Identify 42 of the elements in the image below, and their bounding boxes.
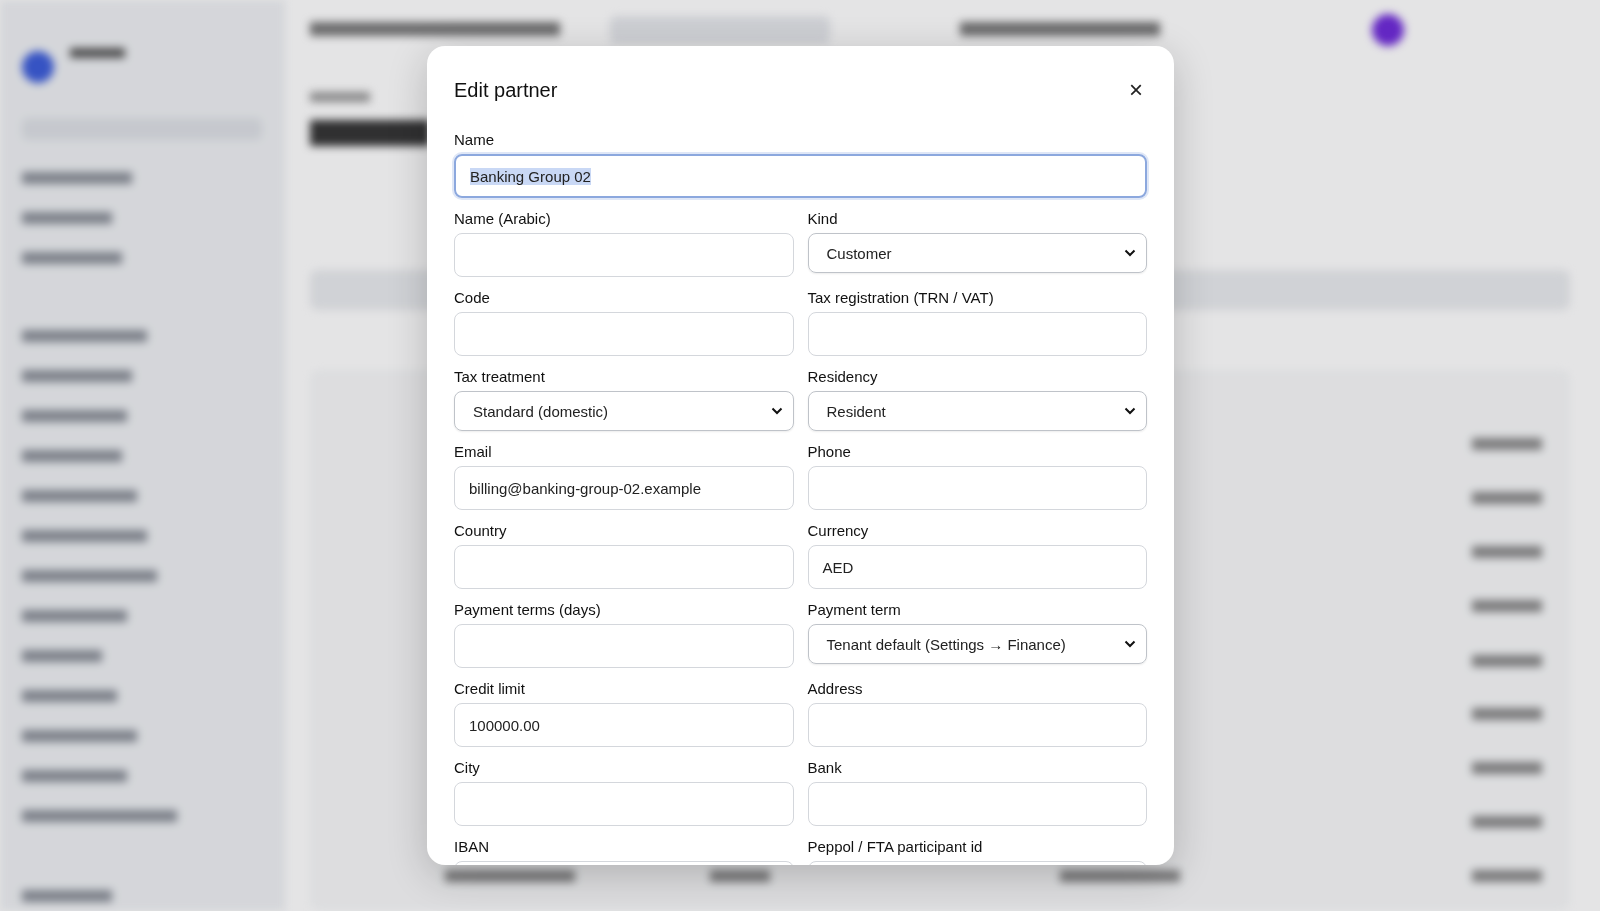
chevron-down-icon	[770, 407, 783, 415]
input-field[interactable]	[807, 312, 1147, 356]
input-field[interactable]: Banking Group 02	[454, 154, 1147, 198]
chevron-down-icon	[1124, 640, 1136, 648]
input-field[interactable]: AED	[807, 545, 1147, 589]
input-field[interactable]	[454, 782, 794, 826]
field-label: Phone	[807, 443, 852, 461]
field-label: Bank	[807, 759, 843, 777]
input-field[interactable]	[454, 233, 794, 277]
field-label: Address	[807, 680, 864, 698]
field-label: Currency	[807, 522, 870, 540]
dialog-title: Edit partner	[454, 78, 558, 102]
field-label: Name (Arabic)	[454, 210, 552, 228]
field-label: Peppol / FTA participant id	[807, 838, 984, 856]
input-field[interactable]: 100000.00	[454, 703, 794, 747]
field-label: Payment terms (days)	[454, 601, 602, 619]
input-field[interactable]	[807, 703, 1147, 747]
input-field[interactable]	[454, 312, 794, 356]
field-label: Tax registration (TRN / VAT)	[807, 289, 995, 307]
chevron-down-icon	[1124, 249, 1136, 257]
field-label: Kind	[807, 210, 839, 228]
field-label: Email	[454, 443, 493, 461]
field-label: Country	[454, 522, 508, 540]
select-field[interactable]: Resident	[807, 391, 1147, 431]
select-field[interactable]: Standard (domestic)	[454, 391, 794, 431]
input-field[interactable]	[807, 782, 1147, 826]
field-label: Name	[454, 131, 495, 149]
close-button[interactable]: ×	[1125, 78, 1147, 102]
chevron-down-icon	[1124, 407, 1136, 415]
field-label: Residency	[807, 368, 879, 386]
field-label: City	[454, 759, 481, 777]
input-field[interactable]	[807, 466, 1147, 510]
input-field[interactable]: billing@banking-group-02.example	[454, 466, 794, 510]
field-label: IBAN	[454, 838, 490, 856]
field-label: Credit limit	[454, 680, 526, 698]
select-field[interactable]: Tenant default (Settings → Finance)	[807, 624, 1147, 664]
input-field[interactable]	[454, 624, 794, 668]
input-field[interactable]	[454, 545, 794, 589]
field-label: Tax treatment	[454, 368, 546, 386]
field-label: Code	[454, 289, 491, 307]
select-field[interactable]: Customer	[807, 233, 1147, 273]
field-label: Payment term	[807, 601, 902, 619]
